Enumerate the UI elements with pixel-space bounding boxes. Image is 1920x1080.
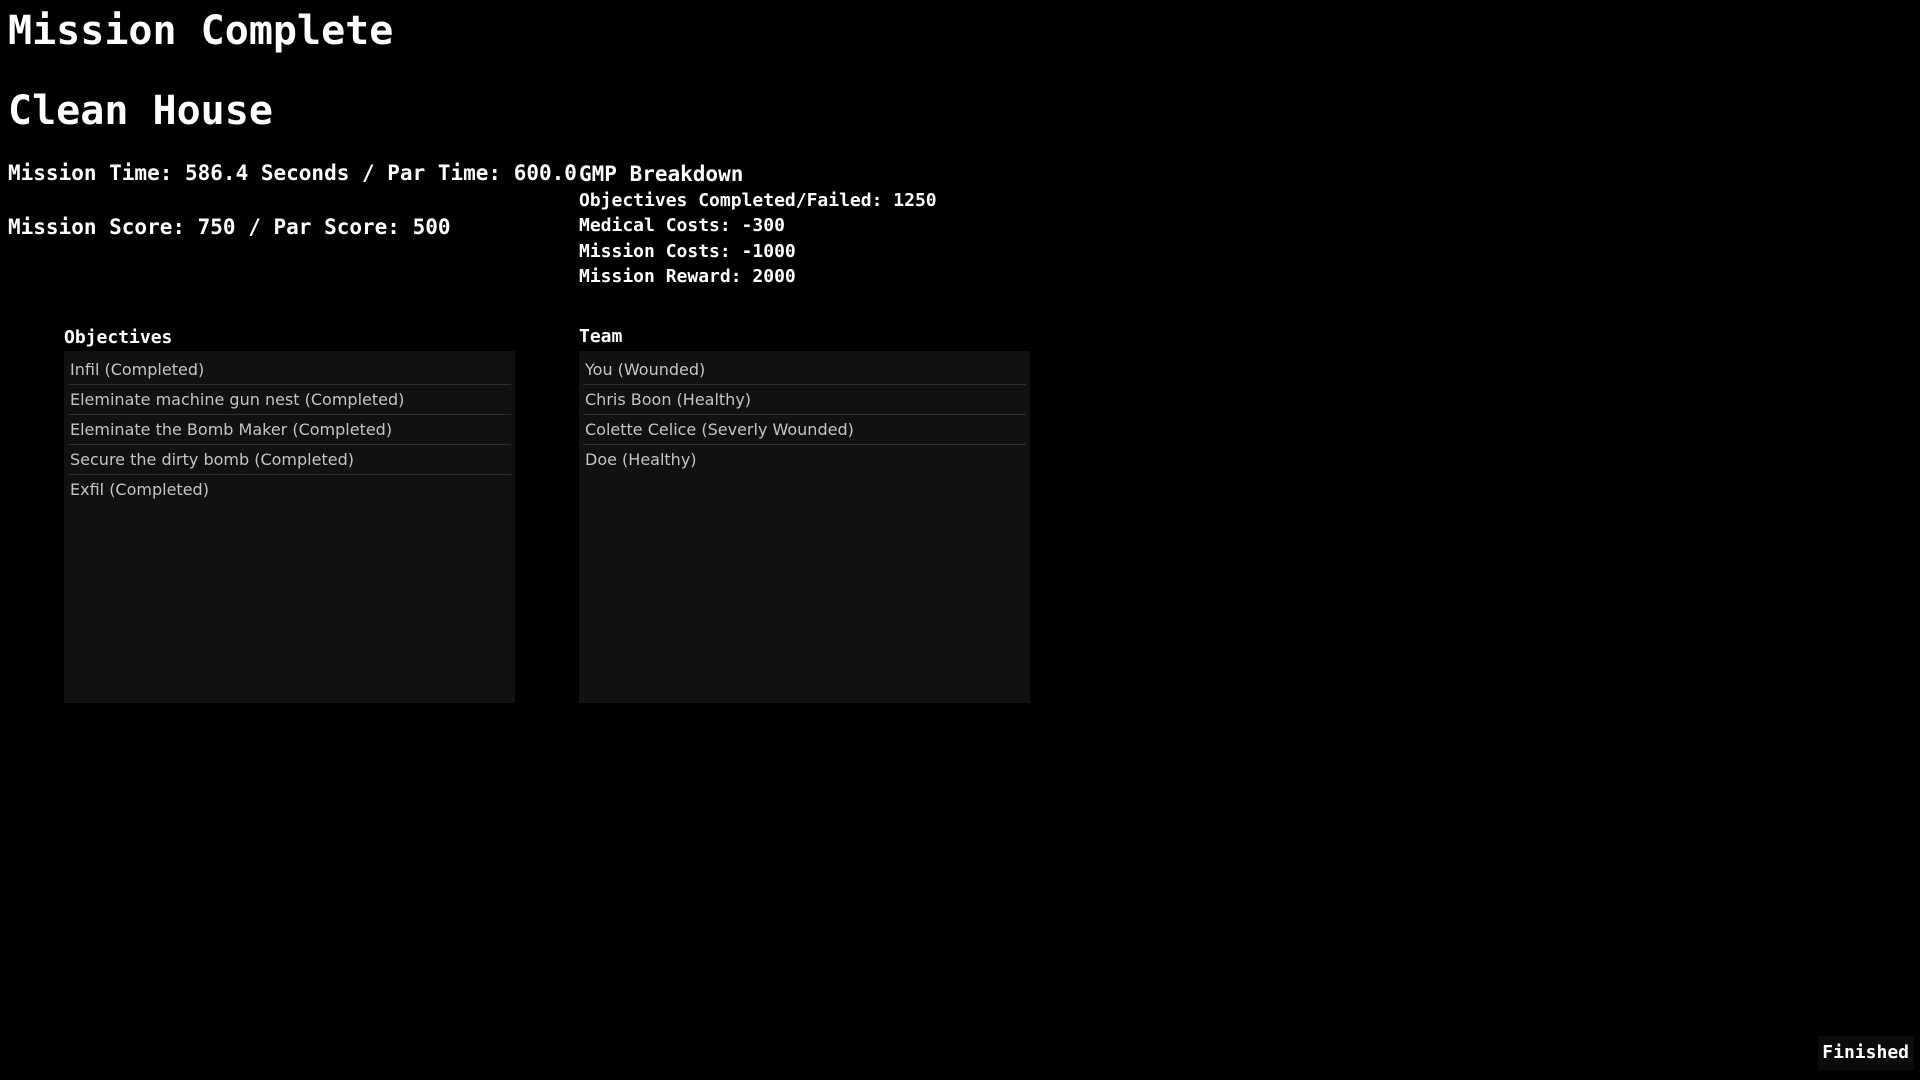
gmp-breakdown-title: GMP Breakdown [579, 162, 744, 186]
gmp-objectives-line: Objectives Completed/Failed: 1250 [579, 190, 937, 211]
mission-score-text: Mission Score: 750 / Par Score: 500 [8, 215, 451, 239]
mission-name: Clean House [8, 88, 273, 134]
gmp-mission-reward-line: Mission Reward: 2000 [579, 265, 796, 287]
team-member-item[interactable]: Chris Boon (Healthy) [583, 385, 1026, 415]
team-list[interactable]: You (Wounded) Chris Boon (Healthy) Colet… [579, 351, 1030, 703]
page-title: Mission Complete [8, 8, 394, 54]
objective-item[interactable]: Eleminate machine gun nest (Completed) [68, 385, 511, 415]
objective-item[interactable]: Secure the dirty bomb (Completed) [68, 445, 511, 475]
team-member-item[interactable]: Colette Celice (Severly Wounded) [583, 415, 1026, 445]
team-label: Team [579, 326, 623, 347]
gmp-mission-costs-line: Mission Costs: -1000 [579, 240, 796, 262]
gmp-medical-costs-line: Medical Costs: -300 [579, 215, 785, 237]
objectives-label: Objectives [64, 327, 173, 348]
objective-item[interactable]: Infil (Completed) [68, 355, 511, 385]
team-member-item[interactable]: You (Wounded) [583, 355, 1026, 385]
objective-item[interactable]: Eleminate the Bomb Maker (Completed) [68, 415, 511, 445]
mission-time-text: Mission Time: 586.4 Seconds / Par Time: … [8, 161, 577, 185]
finished-button[interactable]: Finished [1818, 1036, 1914, 1070]
objectives-list[interactable]: Infil (Completed) Eleminate machine gun … [64, 351, 515, 703]
objective-item[interactable]: Exfil (Completed) [68, 475, 511, 504]
team-member-item[interactable]: Doe (Healthy) [583, 445, 1026, 474]
gmp-breakdown: GMP Breakdown Objectives Completed/Faile… [579, 160, 937, 289]
